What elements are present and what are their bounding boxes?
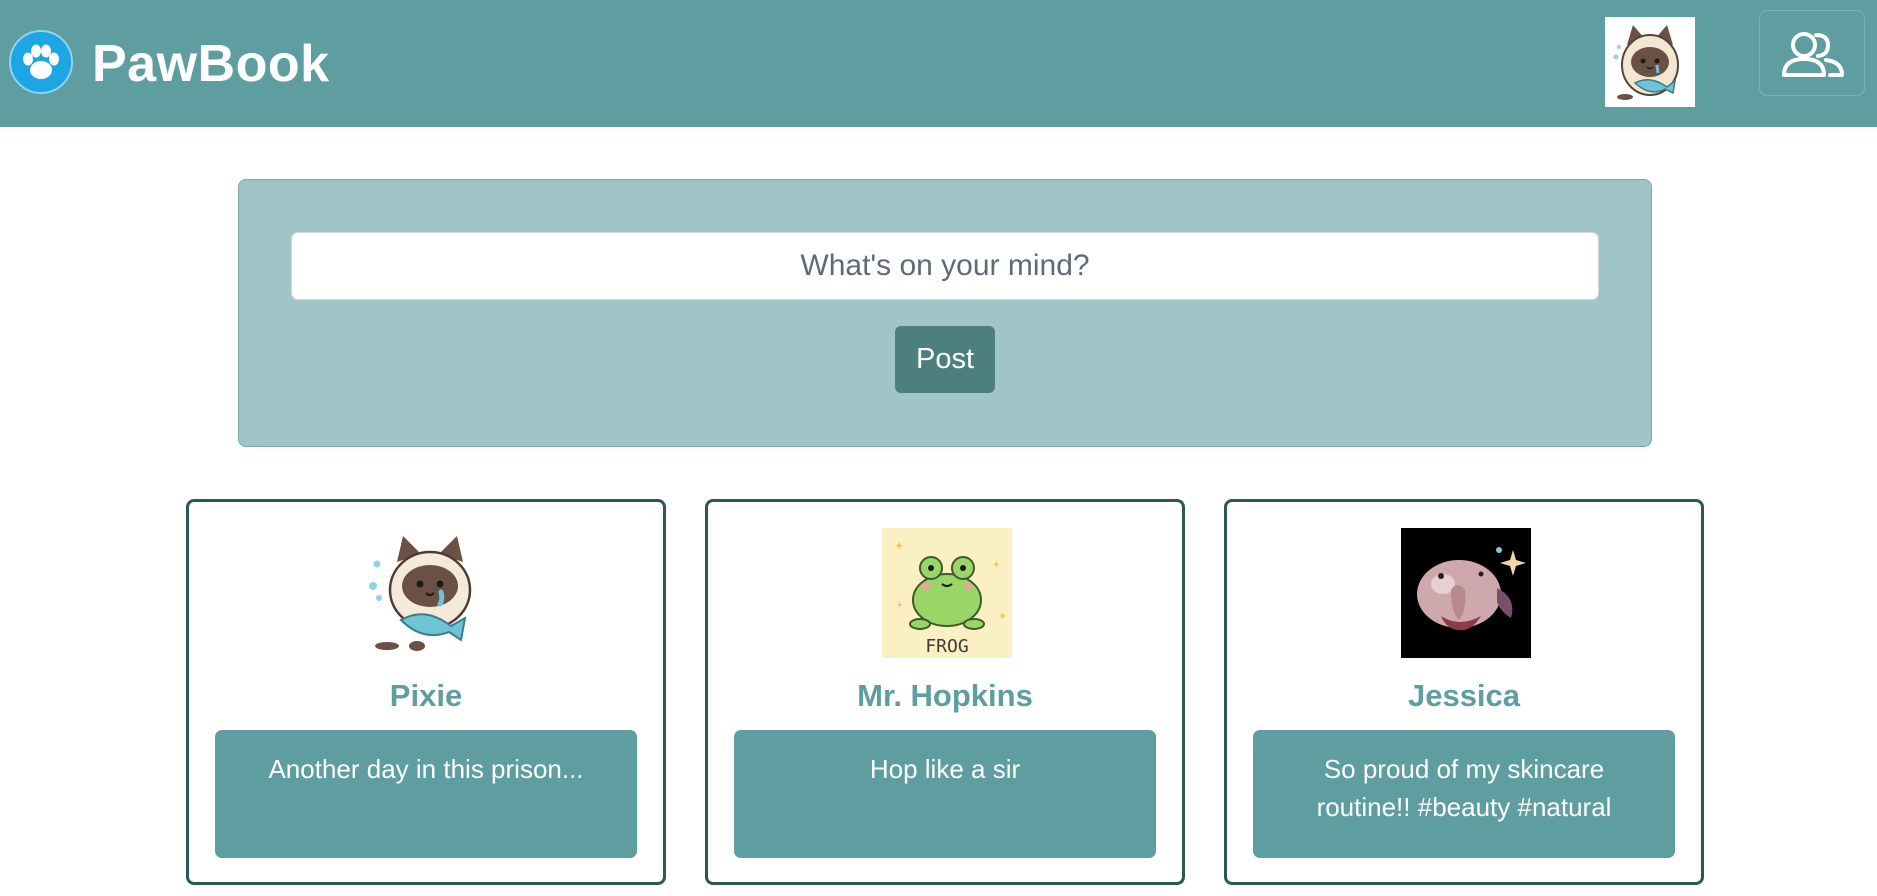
paw-icon[interactable] xyxy=(9,30,73,94)
post-card: Jessica So proud of my skincare routine!… xyxy=(1224,499,1704,885)
post-author[interactable]: Mr. Hopkins xyxy=(708,678,1182,714)
cat-holding-fish-avatar[interactable] xyxy=(363,528,493,658)
svg-text:✦: ✦ xyxy=(992,560,1000,571)
users-icon xyxy=(1782,32,1844,77)
post-input[interactable] xyxy=(291,232,1599,300)
svg-text:✦: ✦ xyxy=(896,600,904,610)
post-author[interactable]: Jessica xyxy=(1227,678,1701,714)
user-avatar[interactable] xyxy=(1605,17,1695,107)
post-button[interactable]: Post xyxy=(895,326,995,393)
svg-text:✦: ✦ xyxy=(894,539,904,553)
svg-text:✦: ✦ xyxy=(998,611,1007,623)
post-card: Pixie Another day in this prison... xyxy=(186,499,666,885)
blobfish-avatar[interactable] xyxy=(1401,528,1531,658)
brand-name[interactable]: PawBook xyxy=(92,34,330,94)
post-text: Another day in this prison... xyxy=(215,730,637,858)
post-author[interactable]: Pixie xyxy=(189,678,663,714)
friends-button[interactable] xyxy=(1759,10,1865,96)
post-composer: Post xyxy=(238,179,1652,447)
post-card: ✦ ✦ ✦ ✦ FROG Mr. Hopkins Hop like a sir xyxy=(705,499,1185,885)
frog-avatar[interactable]: ✦ ✦ ✦ ✦ FROG xyxy=(882,528,1012,658)
post-text: Hop like a sir xyxy=(734,730,1156,858)
post-text: So proud of my skincare routine!! #beaut… xyxy=(1253,730,1675,858)
frog-caption: FROG xyxy=(925,636,968,657)
top-navbar: PawBook xyxy=(0,0,1877,127)
